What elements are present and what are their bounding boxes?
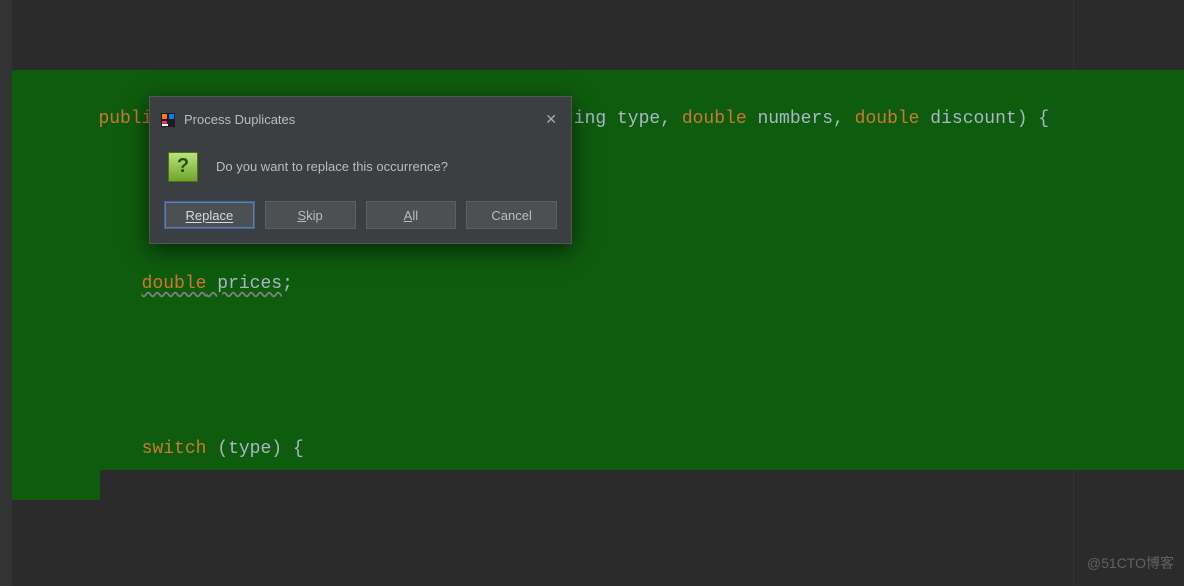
param-discount: discount: [930, 109, 1016, 129]
dialog-titlebar[interactable]: Process Duplicates ✕: [150, 97, 571, 140]
replace-button[interactable]: Replace: [164, 201, 255, 229]
skip-button[interactable]: Skip: [265, 201, 356, 229]
watermark: @51CTO博客: [1087, 547, 1174, 580]
cancel-button[interactable]: Cancel: [466, 201, 557, 229]
process-duplicates-dialog: Process Duplicates ✕ ? Do you want to re…: [149, 96, 572, 244]
question-icon: ?: [168, 152, 198, 182]
comma: ,: [660, 109, 682, 129]
button-label: Cancel: [491, 199, 531, 232]
button-label: All: [404, 199, 418, 232]
dialog-title-text: Process Duplicates: [184, 103, 541, 136]
param-numbers: numbers: [757, 109, 833, 129]
param-type: type: [617, 109, 660, 129]
var-prices: prices: [217, 274, 282, 294]
dialog-message: Do you want to replace this occurrence?: [216, 150, 448, 183]
button-label: Replace: [186, 199, 234, 232]
var-type: type: [228, 439, 271, 459]
semicolon: ;: [282, 274, 293, 294]
brace: ) {: [1017, 109, 1049, 129]
keyword-switch: switch: [142, 439, 207, 459]
keyword-double: double: [855, 109, 920, 129]
brace: ) {: [271, 439, 303, 459]
close-icon[interactable]: ✕: [541, 103, 561, 136]
all-button[interactable]: All: [366, 201, 457, 229]
keyword-double: double: [682, 109, 747, 129]
intellij-icon: [160, 112, 176, 128]
code-editor[interactable]: public double computeMoneyWithPrivileges…: [0, 0, 1184, 586]
paren: (: [217, 439, 228, 459]
button-label: Skip: [297, 199, 322, 232]
keyword-double: double: [142, 274, 207, 294]
comma: ,: [833, 109, 855, 129]
